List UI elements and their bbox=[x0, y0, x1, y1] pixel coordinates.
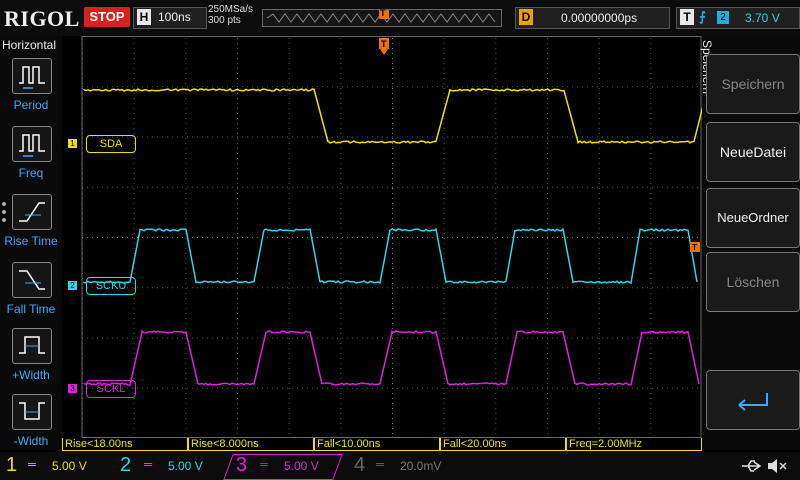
ch1-number[interactable]: 1 bbox=[6, 454, 17, 477]
delay-letter: D bbox=[519, 9, 533, 25]
measurement-bar: Rise<18.00ns Rise<8.000ns Fall<10.00ns F… bbox=[62, 438, 702, 452]
trigger-letter: T bbox=[680, 9, 694, 25]
trigger-box[interactable]: T ⨍ 2 3.70 V bbox=[676, 7, 800, 29]
ch1-marker: 1 bbox=[68, 139, 77, 148]
measurement-fall-ch1[interactable]: Fall<10.00ns bbox=[314, 438, 440, 451]
ch3-scale: 5.00 V bbox=[284, 457, 319, 475]
delay-box[interactable]: D 0.00000000ps bbox=[515, 7, 670, 29]
ch4-scale: 20.0mV bbox=[400, 457, 441, 475]
trigger-level-marker[interactable]: T bbox=[690, 242, 700, 252]
rise-time-label: Rise Time bbox=[0, 234, 62, 248]
rise-time-button[interactable] bbox=[12, 194, 52, 230]
enter-arrow-icon bbox=[707, 371, 799, 429]
ch4-scale-box[interactable]: ═ 20.0mV bbox=[370, 457, 448, 475]
sample-rate: 250MSa/s bbox=[208, 4, 253, 15]
ch2-scale-box[interactable]: ═ 5.00 V bbox=[138, 457, 216, 475]
new-folder-button[interactable]: NeueOrdner bbox=[706, 188, 800, 248]
waveform-canvas: T T bbox=[62, 36, 702, 438]
rise-time-icon bbox=[13, 195, 51, 229]
top-status-bar: RIGOL STOP H 100ns 250MSa/s 300 pts T D … bbox=[0, 0, 800, 36]
page-indicator bbox=[2, 202, 6, 226]
menu-title: Horizontal bbox=[2, 38, 56, 52]
dc-coupling-icon: ═ bbox=[144, 456, 152, 474]
frequency-icon bbox=[13, 127, 51, 161]
ch3-label: SCKL bbox=[86, 380, 136, 398]
ch2-label: SCKU bbox=[86, 277, 136, 295]
freq-label: Freq bbox=[0, 166, 62, 180]
ch2-marker: 2 bbox=[68, 281, 77, 290]
trigger-marker-label: T bbox=[380, 8, 386, 18]
period-icon bbox=[13, 59, 51, 93]
acquisition-info: 250MSa/s 300 pts bbox=[208, 4, 253, 26]
ch2-number[interactable]: 2 bbox=[120, 454, 131, 477]
trigger-time-marker-label: T bbox=[381, 39, 387, 49]
usb-icon bbox=[740, 458, 764, 474]
fall-time-label: Fall Time bbox=[0, 302, 62, 316]
measurement-rise-ch1[interactable]: Rise<18.00ns bbox=[62, 438, 188, 451]
positive-width-button[interactable] bbox=[12, 328, 52, 364]
save-menu: Speichern Speichern NeueDatei NeueOrdner… bbox=[702, 36, 800, 450]
horizontal-menu: Horizontal Period Freq Rise Time Fall Ti… bbox=[0, 36, 62, 450]
dc-coupling-icon: ═ bbox=[28, 456, 36, 474]
ch1-scale: 5.00 V bbox=[52, 457, 87, 475]
dc-coupling-icon: ═ bbox=[376, 456, 384, 474]
run-stop-indicator[interactable]: STOP bbox=[84, 7, 130, 27]
timebase-value: 100ns bbox=[158, 10, 191, 24]
timebase-letter: H bbox=[137, 9, 151, 25]
trigger-source: 2 bbox=[717, 11, 729, 24]
rising-edge-icon: ⨍ bbox=[699, 9, 706, 25]
delay-value: 0.00000000ps bbox=[561, 11, 637, 25]
measurement-fall-ch2[interactable]: Fall<20.00ns bbox=[440, 438, 566, 451]
positive-width-icon bbox=[13, 329, 51, 363]
ch4-number[interactable]: 4 bbox=[354, 454, 365, 477]
ch1-scale-box[interactable]: ═ 5.00 V bbox=[22, 457, 100, 475]
measurement-rise-ch2[interactable]: Rise<8.000ns bbox=[188, 438, 314, 451]
ch3-marker: 3 bbox=[68, 384, 77, 393]
speaker-mute-icon[interactable] bbox=[766, 457, 788, 475]
freq-button[interactable] bbox=[12, 126, 52, 162]
timebase-box[interactable]: H 100ns bbox=[133, 7, 207, 29]
new-file-button[interactable]: NeueDatei bbox=[706, 122, 800, 182]
negative-width-label: -Width bbox=[0, 434, 62, 448]
positive-width-label: +Width bbox=[0, 368, 62, 382]
negative-width-button[interactable] bbox=[12, 394, 52, 430]
period-button[interactable] bbox=[12, 58, 52, 94]
fall-time-icon bbox=[13, 263, 51, 297]
ch1-label: SDA bbox=[86, 135, 136, 153]
ch3-number[interactable]: 3 bbox=[236, 454, 247, 477]
ch3-scale-box[interactable]: ═ 5.00 V bbox=[254, 457, 332, 475]
enter-button[interactable] bbox=[706, 370, 800, 430]
channel-status-bar: 1 ═ 5.00 V 2 ═ 5.00 V 3 ═ 5.00 V 4 ═ 20.… bbox=[0, 452, 800, 480]
fall-time-button[interactable] bbox=[12, 262, 52, 298]
negative-width-icon bbox=[13, 395, 51, 429]
ch2-scale: 5.00 V bbox=[168, 457, 203, 475]
memory-depth: 300 pts bbox=[208, 15, 253, 26]
delete-button[interactable]: Löschen bbox=[706, 252, 800, 312]
measurement-freq[interactable]: Freq=2.00MHz bbox=[566, 438, 702, 451]
trigger-level-marker-label: T bbox=[692, 243, 697, 252]
trigger-position-bar[interactable]: T bbox=[262, 9, 502, 27]
save-button[interactable]: Speichern bbox=[706, 54, 800, 114]
waveform-display[interactable]: T T 1 SDA 2 SCKU 3 SCKL bbox=[62, 36, 702, 438]
period-label: Period bbox=[0, 98, 62, 112]
brand-logo: RIGOL bbox=[4, 6, 80, 32]
dc-coupling-icon: ═ bbox=[260, 456, 268, 474]
trigger-level: 3.70 V bbox=[745, 11, 780, 25]
